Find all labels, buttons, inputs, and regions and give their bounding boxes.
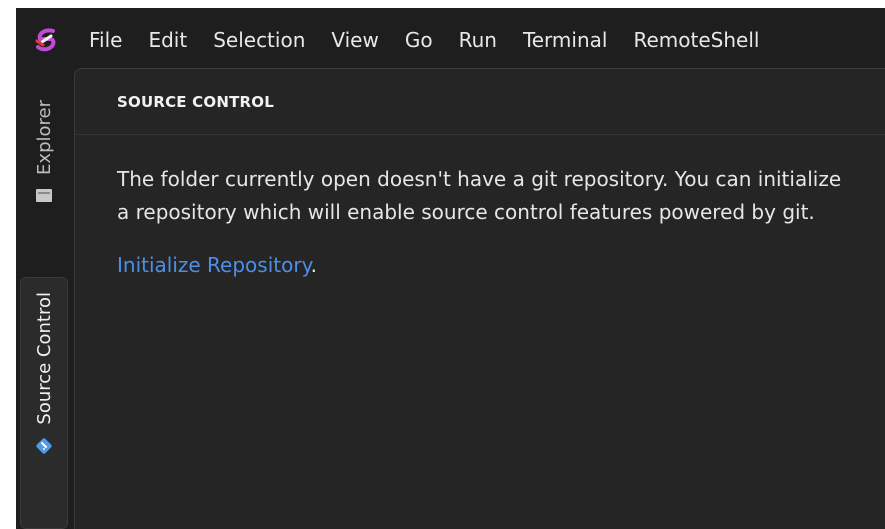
menu-run[interactable]: Run: [446, 8, 510, 72]
panel-header: SOURCE CONTROL: [75, 69, 885, 135]
panel-body: The folder currently open doesn't have a…: [75, 135, 877, 282]
tab-source-control-label: Source Control: [33, 292, 55, 425]
source-control-icon: [35, 437, 53, 459]
menu-selection[interactable]: Selection: [200, 8, 318, 72]
menu-edit[interactable]: Edit: [135, 8, 200, 72]
tab-explorer[interactable]: Explorer: [20, 90, 68, 250]
initialize-repository-link[interactable]: Initialize Repository: [117, 253, 311, 277]
tab-source-control[interactable]: Source Control: [20, 277, 68, 529]
menu-view[interactable]: View: [318, 8, 391, 72]
folder-icon: [36, 187, 52, 206]
menu-remoteshell[interactable]: RemoteShell: [620, 8, 772, 72]
menu-terminal[interactable]: Terminal: [510, 8, 621, 72]
activity-sidebar: Explorer Source Control: [16, 72, 74, 529]
init-line: Initialize Repository.: [117, 249, 857, 282]
app-logo-icon[interactable]: [16, 8, 76, 72]
menu-bar: File Edit Selection View Go Run Terminal…: [16, 8, 885, 72]
source-control-panel: SOURCE CONTROL The folder currently open…: [74, 68, 885, 529]
menu-go[interactable]: Go: [392, 8, 446, 72]
menu-file[interactable]: File: [76, 8, 135, 72]
tab-explorer-label: Explorer: [33, 100, 55, 175]
no-repo-message: The folder currently open doesn't have a…: [117, 167, 842, 224]
app-window: File Edit Selection View Go Run Terminal…: [16, 8, 885, 529]
init-link-suffix: .: [310, 253, 317, 277]
panel-title: SOURCE CONTROL: [117, 92, 274, 111]
